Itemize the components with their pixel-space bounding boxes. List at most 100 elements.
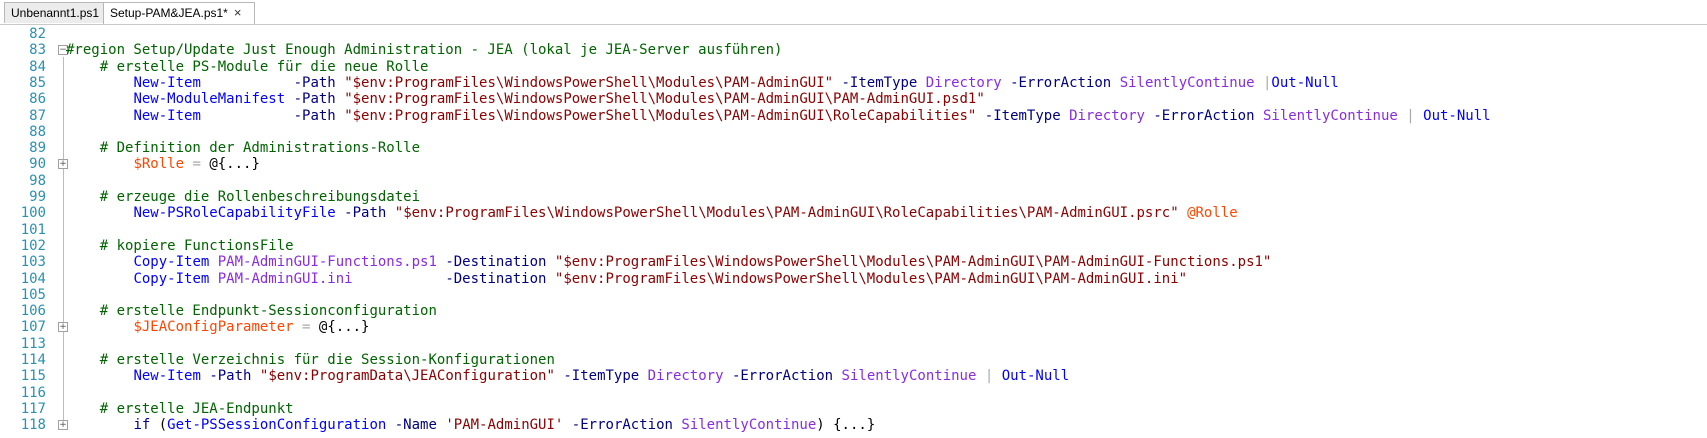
token-cmd: New-Item: [133, 74, 201, 91]
close-icon[interactable]: ×: [234, 5, 242, 20]
code-text: # erstelle Endpunkt-Sessionconfiguration: [66, 303, 437, 319]
token-param: -Destination: [445, 254, 547, 271]
line-number: 115: [20, 368, 46, 385]
token-text: ) {...}: [816, 417, 876, 434]
code-line[interactable]: 103 Copy-Item PAM-AdminGUI-Functions.ps1…: [0, 254, 1707, 270]
code-line[interactable]: 90 + $Rolle = @{...}: [0, 156, 1707, 172]
code-line[interactable]: 82: [0, 26, 1707, 42]
token-cmd: Copy-Item: [133, 254, 210, 271]
code-line[interactable]: 84 # erstelle PS-Module für die neue Rol…: [0, 59, 1707, 75]
line-number: 99: [29, 189, 46, 205]
token-cmd: Out-Null: [1271, 74, 1339, 91]
token-param: -Path: [293, 107, 336, 124]
line-number: 103: [20, 254, 46, 271]
token-comment: #region Setup/Update Just Enough Adminis…: [66, 42, 783, 59]
token-group: @{...}: [209, 156, 260, 173]
line-number: 83: [29, 42, 46, 59]
code-line[interactable]: 114 # erstelle Verzeichnis für die Sessi…: [0, 352, 1707, 368]
token-string: "$env:ProgramData\JEAConfiguration": [259, 368, 555, 385]
code-text: $JEAConfigParameter = @{...}: [66, 319, 369, 335]
script-editor[interactable]: 82 83− #region Setup/Update Just Enough Ad…: [0, 24, 1707, 438]
token-param: -ErrorAction: [1010, 74, 1112, 91]
token-comment: # erstelle JEA-Endpunkt: [99, 400, 294, 417]
code-line[interactable]: 100 New-PSRoleCapabilityFile -Path "$env…: [0, 205, 1707, 221]
code-text: # erstelle PS-Module für die neue Rolle: [66, 59, 429, 75]
token-cmd: Copy-Item: [133, 270, 210, 287]
token-value: Directory: [1069, 107, 1145, 124]
code-line[interactable]: 87 New-Item -Path "$env:ProgramFiles\Win…: [0, 108, 1707, 124]
code-line[interactable]: 88: [0, 124, 1707, 140]
token-var: @Rolle: [1187, 205, 1238, 222]
token-param: -ItemType: [563, 368, 640, 385]
code-text: New-Item -Path "$env:ProgramData\JEAConf…: [66, 368, 1069, 384]
tab-unbenannt1[interactable]: Unbenannt1.ps1: [4, 2, 104, 23]
code-line[interactable]: 99 # erzeuge die Rollenbeschreibungsdate…: [0, 189, 1707, 205]
code-line[interactable]: 104 Copy-Item PAM-AdminGUI.ini -Destinat…: [0, 271, 1707, 287]
tab-label: Setup-PAM&JEA.ps1*: [110, 6, 228, 20]
token-comment: # erstelle Verzeichnis für die Session-K…: [99, 352, 555, 368]
tab-setup-pam-jea[interactable]: Setup-PAM&JEA.ps1* ×: [103, 2, 255, 24]
token-keyword: if: [133, 417, 151, 434]
code-line[interactable]: 105: [0, 287, 1707, 303]
token-op: =: [192, 156, 201, 173]
token-cmd: New-PSRoleCapabilityFile: [133, 205, 336, 222]
token-param: -Path: [293, 74, 336, 91]
token-param: -Destination: [445, 270, 547, 287]
code-line[interactable]: 116: [0, 385, 1707, 401]
line-number: 82: [29, 26, 46, 42]
token-cmd: Get-PSSessionConfiguration: [167, 417, 387, 434]
token-param: -ItemType: [984, 107, 1061, 124]
tab-bar: Unbenannt1.ps1 Setup-PAM&JEA.ps1* ×: [0, 0, 1707, 25]
code-line[interactable]: 89 # Definition der Administrations-Roll…: [0, 140, 1707, 156]
line-number: 90: [29, 156, 46, 173]
code-line[interactable]: 118 + if (Get-PSSessionConfiguration -Nam…: [0, 417, 1707, 433]
code-line[interactable]: 98: [0, 173, 1707, 189]
code-line[interactable]: 107 + $JEAConfigParameter = @{...}: [0, 319, 1707, 335]
code-line[interactable]: 117 # erstelle JEA-Endpunkt: [0, 401, 1707, 417]
token-string: "$env:ProgramFiles\WindowsPowerShell\Mod…: [554, 270, 1188, 287]
token-string: "$env:ProgramFiles\WindowsPowerShell\Mod…: [344, 107, 977, 124]
code-line[interactable]: 113: [0, 336, 1707, 352]
token-param: -ErrorAction: [571, 417, 673, 434]
code-text: $Rolle = @{...}: [66, 156, 260, 173]
code-line[interactable]: 115 New-Item -Path "$env:ProgramData\JEA…: [0, 368, 1707, 384]
line-number: 114: [20, 352, 46, 368]
token-comment: # erzeuge die Rollenbeschreibungsdatei: [99, 189, 421, 205]
line-number: 86: [29, 91, 46, 108]
token-comment: # kopiere FunctionsFile: [99, 237, 294, 254]
code-line[interactable]: 106 # erstelle Endpunkt-Sessionconfigura…: [0, 303, 1707, 319]
code-line[interactable]: 83− #region Setup/Update Just Enough Admi…: [0, 42, 1707, 58]
code-text: # Definition der Administrations-Rolle: [66, 140, 420, 156]
code-line[interactable]: 85 New-Item -Path "$env:ProgramFiles\Win…: [0, 75, 1707, 91]
code-line[interactable]: 86 New-ModuleManifest -Path "$env:Progra…: [0, 91, 1707, 107]
token-param: -ItemType: [841, 74, 918, 91]
code-line[interactable]: 101: [0, 222, 1707, 238]
line-number: 88: [29, 123, 46, 140]
token-param: -Path: [209, 368, 252, 385]
token-text: (: [150, 417, 168, 434]
token-comment: # erstelle Endpunkt-Sessionconfiguration: [99, 303, 437, 320]
token-value: SilentlyContinue: [841, 368, 977, 385]
token-value: SilentlyContinue: [1119, 74, 1255, 91]
code-line[interactable]: 102 # kopiere FunctionsFile: [0, 238, 1707, 254]
line-number: 102: [20, 237, 46, 254]
